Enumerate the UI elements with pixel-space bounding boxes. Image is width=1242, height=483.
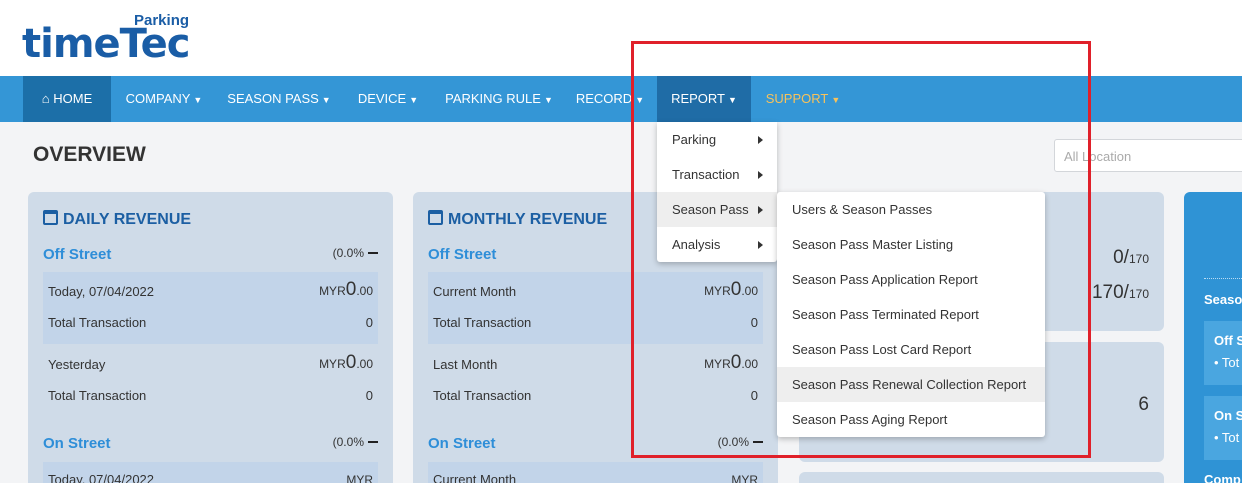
total-transaction-label: Total Transaction: [48, 315, 147, 330]
total-transaction-value: 0: [365, 315, 373, 330]
daily-off-street-title: Off Street: [43, 246, 112, 263]
nav-company-label: COMPANY: [125, 91, 191, 106]
total-transaction-label: Total Transaction: [433, 388, 532, 403]
daily-revenue-panel: DAILY REVENUE Off Street (0.0% Today, 07…: [28, 192, 393, 483]
timetec-parking-logo[interactable]: timeTec Parking: [22, 10, 212, 66]
total-transaction-label: Total Transaction: [433, 315, 532, 330]
lower-panel: [799, 472, 1164, 483]
today-amount: MYR: [346, 472, 373, 483]
daily-on-street-percent: (0.0%: [333, 435, 378, 449]
capacity-stat-1: 0/170: [1113, 247, 1149, 269]
daily-off-street-percent: (0.0%: [333, 246, 378, 260]
nav-company[interactable]: COMPANY ▼: [118, 76, 210, 122]
stat-value: 0/: [1113, 247, 1129, 268]
nav-parking-rule[interactable]: PARKING RULE ▼: [440, 76, 558, 122]
monthly-revenue-title: MONTHLY REVENUE: [428, 210, 607, 229]
page-title: OVERVIEW: [33, 143, 146, 166]
percent-text: (0.0%: [332, 435, 364, 449]
on-street-total: • Tot: [1214, 430, 1240, 445]
yesterday-label: Yesterday: [48, 357, 106, 372]
nav-parking-rule-label: PARKING RULE: [445, 91, 541, 106]
current-month-label: Current Month: [433, 472, 517, 483]
off-street-label: Off S: [1214, 333, 1242, 348]
off-street-total: • Tot: [1214, 355, 1240, 370]
nav-device[interactable]: DEVICE ▼: [350, 76, 426, 122]
comp-label: Comp: [1204, 472, 1241, 483]
today-label: Today, 07/04/2022: [48, 472, 155, 483]
off-street-box: Off S • Tot: [1204, 321, 1242, 385]
amount-int: 0: [345, 279, 357, 300]
percent-text: (0.0%: [332, 246, 364, 260]
today-label: Today, 07/04/2022: [48, 284, 155, 299]
season-pass-summary-panel: Seaso Off S • Tot On S • Tot Comp: [1184, 192, 1242, 483]
minus-icon: [368, 441, 378, 443]
nav-season-pass[interactable]: SEASON PASS ▼: [222, 76, 336, 122]
total-transaction-label: Total Transaction: [48, 388, 147, 403]
logo-sub-text: Parking: [134, 12, 190, 29]
caret-down-icon: ▼: [193, 95, 203, 105]
calendar-icon: [428, 210, 443, 225]
daily-on-street-title: On Street: [43, 435, 111, 452]
daily-revenue-title-text: DAILY REVENUE: [63, 211, 192, 228]
yesterday-amount: MYR0.00: [319, 352, 373, 374]
amount-dec: .00: [356, 357, 373, 371]
stat-value: 170/: [1091, 282, 1129, 303]
currency: MYR: [731, 473, 758, 483]
home-icon: ⌂: [41, 91, 50, 106]
last-month-label: Last Month: [433, 357, 498, 372]
on-street-box: On S • Tot: [1204, 396, 1242, 460]
highlight-annotation-box: [631, 41, 1091, 458]
caret-down-icon: ▼: [409, 95, 419, 105]
caret-down-icon: ▼: [543, 95, 553, 105]
monthly-off-street-title: Off Street: [428, 246, 497, 263]
currency: MYR: [319, 357, 346, 371]
capacity-stat-2: 170/170: [1092, 282, 1149, 304]
amount-int: 0: [345, 352, 357, 373]
daily-on-street-today-block: Today, 07/04/2022 MYR: [43, 462, 378, 483]
minus-icon: [368, 252, 378, 254]
caret-down-icon: ▼: [321, 95, 331, 105]
total-transaction-value: 0: [365, 388, 373, 403]
monthly-on-street-title: On Street: [428, 435, 496, 452]
divider: [1204, 278, 1242, 279]
monthly-on-street-block: Current Month MYR: [428, 462, 763, 483]
currency: MYR: [346, 473, 373, 483]
today-amount: MYR0.00: [319, 279, 373, 301]
season-label: Seaso: [1204, 292, 1242, 307]
monthly-revenue-title-text: MONTHLY REVENUE: [448, 211, 608, 228]
currency: MYR: [319, 284, 346, 298]
on-street-label: On S: [1214, 408, 1242, 423]
nav-home-label: HOME: [53, 91, 93, 106]
daily-today-block: Today, 07/04/2022 MYR0.00 Total Transact…: [43, 272, 378, 344]
current-month-label: Current Month: [433, 284, 517, 299]
count-stat: 6: [1138, 394, 1149, 415]
stat-total: 170: [1128, 287, 1149, 301]
stat-total: 170: [1128, 252, 1149, 266]
current-month-amount: MYR: [731, 472, 758, 483]
nav-season-pass-label: SEASON PASS: [227, 91, 319, 106]
daily-yesterday-block: Yesterday MYR0.00 Total Transaction 0: [43, 346, 378, 418]
nav-home[interactable]: ⌂ HOME: [23, 76, 111, 122]
nav-device-label: DEVICE: [357, 91, 407, 106]
nav-record-label: RECORD: [575, 91, 633, 106]
daily-revenue-title: DAILY REVENUE: [43, 210, 191, 229]
calendar-check-icon: [43, 210, 58, 225]
amount-dec: .00: [356, 284, 373, 298]
